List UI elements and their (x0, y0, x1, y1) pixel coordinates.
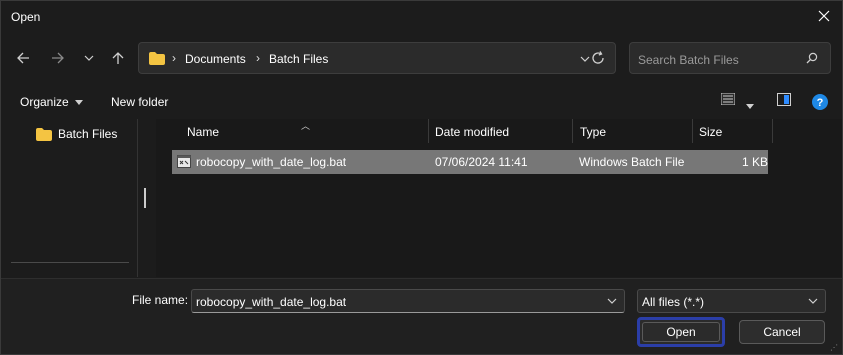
search-box[interactable]: Search Batch Files (629, 42, 831, 74)
recent-locations-button[interactable] (78, 47, 100, 69)
tree-item-label: Batch Files (58, 127, 118, 141)
column-header-date-modified[interactable]: Date modified (435, 125, 509, 139)
file-name-value: robocopy_with_date_log.bat (196, 295, 347, 309)
details-view-icon (720, 92, 736, 106)
search-icon (806, 52, 818, 64)
file-type-filter-select[interactable]: All files (*.*) (637, 289, 826, 313)
breadcrumb-batch-files[interactable]: Batch Files (269, 52, 328, 66)
arrow-right-icon (52, 52, 64, 64)
chevron-down-icon (808, 298, 818, 304)
column-divider[interactable] (772, 119, 773, 143)
cancel-button[interactable]: Cancel (739, 320, 825, 344)
file-type-cell: Windows Batch File (579, 155, 685, 169)
new-folder-label: New folder (111, 95, 169, 109)
column-header-size[interactable]: Size (699, 125, 722, 139)
search-placeholder: Search Batch Files (638, 53, 739, 67)
open-button-face: Open (642, 322, 720, 342)
column-divider[interactable] (692, 119, 693, 143)
file-name-label: File name: (132, 293, 189, 307)
arrow-up-icon (112, 52, 124, 64)
navigation-bar: › Documents › Batch Files Search Batch F… (1, 37, 842, 81)
folder-icon (36, 127, 52, 141)
column-divider[interactable] (428, 119, 429, 143)
help-button[interactable]: ? (812, 94, 828, 113)
navigation-pane-scrollbar[interactable] (144, 188, 146, 208)
chevron-down-icon[interactable] (606, 295, 618, 307)
new-folder-button[interactable]: New folder (111, 95, 168, 109)
column-header-name[interactable]: Name (187, 125, 219, 139)
preview-pane-button[interactable] (777, 93, 791, 109)
up-button[interactable] (107, 47, 129, 69)
pane-divider (137, 119, 138, 277)
file-name-cell: robocopy_with_date_log.bat (196, 155, 347, 169)
address-bar[interactable]: › Documents › Batch Files (138, 42, 616, 74)
cancel-button-label: Cancel (763, 325, 801, 339)
file-type-filter-value: All files (*.*) (642, 295, 705, 309)
preview-pane-icon (777, 93, 791, 106)
column-header-type[interactable]: Type (580, 125, 606, 139)
divider (11, 262, 129, 263)
window-title: Open (11, 10, 41, 24)
refresh-button[interactable] (587, 47, 609, 69)
file-name-input[interactable]: robocopy_with_date_log.bat (191, 289, 625, 313)
command-bar: Organize New folder ? (1, 85, 842, 117)
sort-ascending-icon: ︿ (301, 121, 311, 131)
back-button[interactable] (12, 47, 34, 69)
close-button[interactable] (812, 5, 836, 27)
chevron-down-icon (84, 55, 94, 61)
tree-item-batch-files[interactable]: Batch Files (36, 127, 117, 141)
caret-down-icon (746, 104, 754, 109)
batch-file-icon (177, 155, 191, 168)
resize-grip-icon[interactable]: ⋰ (830, 343, 838, 352)
organize-label: Organize (20, 95, 69, 109)
navigation-pane: Batch Files (1, 119, 156, 277)
view-options-button[interactable] (720, 92, 736, 108)
caret-down-icon (74, 99, 83, 105)
column-divider[interactable] (572, 119, 573, 143)
organize-button[interactable]: Organize (20, 95, 83, 109)
refresh-icon (592, 51, 604, 64)
dialog-footer: File name: robocopy_with_date_log.bat Al… (1, 278, 842, 354)
svg-text:?: ? (817, 97, 824, 109)
close-icon (818, 10, 830, 22)
title-bar: Open (1, 1, 842, 31)
view-dropdown-button[interactable] (746, 98, 754, 112)
file-list: ︿ Name Date modified Type Size robocopy_… (156, 119, 842, 277)
breadcrumb-separator: › (172, 51, 176, 65)
folder-icon (149, 52, 165, 65)
open-button[interactable]: Open (637, 317, 725, 347)
open-button-label: Open (666, 325, 696, 339)
help-icon: ? (812, 94, 828, 110)
forward-button[interactable] (47, 47, 69, 69)
table-row[interactable]: robocopy_with_date_log.bat 07/06/2024 11… (172, 150, 768, 174)
arrow-left-icon (17, 52, 29, 64)
file-size-cell: 1 KB (742, 155, 769, 169)
breadcrumb-separator: › (256, 51, 260, 65)
open-file-dialog: Open › Documents › Batch Files Search Ba… (0, 0, 843, 355)
file-date-cell: 07/06/2024 11:41 (435, 155, 528, 169)
breadcrumb-documents[interactable]: Documents (185, 52, 246, 66)
